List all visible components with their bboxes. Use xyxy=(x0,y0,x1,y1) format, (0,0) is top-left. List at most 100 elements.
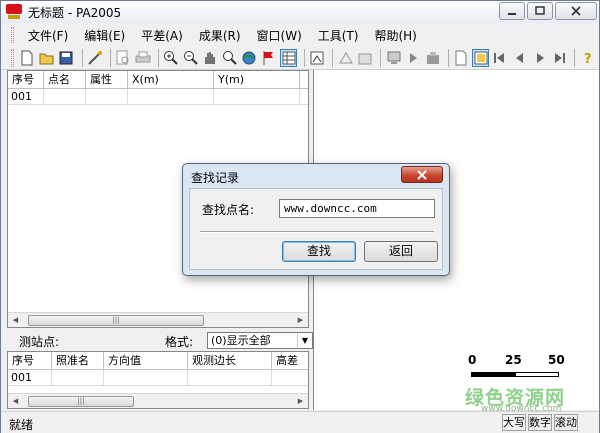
menu-adjust[interactable]: 平差(A) xyxy=(133,27,191,44)
menu-file[interactable]: 文件(F) xyxy=(20,27,76,44)
scroll-left-icon[interactable]: ◀ xyxy=(8,313,23,327)
minimize-button[interactable] xyxy=(499,2,525,20)
cell-direction[interactable] xyxy=(104,370,188,386)
building-icon xyxy=(426,51,439,64)
scroll-left-icon[interactable]: ◀ xyxy=(8,394,23,408)
title-bar: 无标题 - PA2005 xyxy=(1,1,599,23)
computer-icon xyxy=(387,51,401,64)
window-title: 无标题 - PA2005 xyxy=(28,5,122,20)
maximize-button[interactable] xyxy=(527,2,553,20)
zoom-window-button[interactable] xyxy=(222,49,239,67)
cell-index[interactable]: 001 xyxy=(8,370,52,386)
scroll-right-icon[interactable]: ▶ xyxy=(293,313,308,327)
col-y[interactable]: Y(m) xyxy=(214,71,300,89)
last-button[interactable] xyxy=(551,49,568,67)
status-scroll: 滚动 xyxy=(554,414,578,431)
triangle-icon xyxy=(338,51,353,63)
col-direction[interactable]: 方向值 xyxy=(104,352,188,370)
table-row[interactable]: 001 xyxy=(8,89,308,105)
point-name-input[interactable]: www.downcc.com xyxy=(279,199,435,218)
col-distance[interactable]: 观测边长 xyxy=(188,352,272,370)
points-table-hscroll[interactable]: ◀ ||| ▶ xyxy=(8,312,308,327)
wand-button[interactable] xyxy=(86,49,103,67)
format-label: 格式: xyxy=(165,335,194,349)
computer-button[interactable] xyxy=(385,49,402,67)
network-button[interactable] xyxy=(357,49,374,67)
minimize-icon xyxy=(508,13,516,15)
table-view-button[interactable] xyxy=(280,48,297,67)
scroll-thumb[interactable]: ||| xyxy=(28,314,204,326)
cell-target-name[interactable] xyxy=(52,370,104,386)
zoom-out-button[interactable] xyxy=(183,49,200,67)
col-height-diff[interactable]: 高差 xyxy=(272,352,308,370)
new-file-button[interactable] xyxy=(19,49,36,67)
prev-button[interactable] xyxy=(512,49,529,67)
first-icon xyxy=(494,52,505,63)
dialog-close-button[interactable] xyxy=(401,166,443,183)
scroll-right-icon[interactable]: ▶ xyxy=(293,394,308,408)
menu-edit[interactable]: 编辑(E) xyxy=(76,27,133,44)
cell-height-diff[interactable] xyxy=(272,370,308,386)
table-row[interactable]: 001 xyxy=(8,370,308,386)
globe-button[interactable] xyxy=(241,49,258,67)
col-index[interactable]: 序号 xyxy=(8,352,52,370)
image-button[interactable] xyxy=(309,49,326,67)
triangle-button[interactable] xyxy=(337,49,354,67)
scale-bar-black xyxy=(471,372,515,377)
menu-window[interactable]: 窗口(W) xyxy=(249,27,310,44)
cell-x[interactable] xyxy=(128,89,214,105)
selected-view-button[interactable] xyxy=(472,48,490,67)
scroll-thumb[interactable]: ||| xyxy=(28,395,134,407)
observations-table: 序号 照准名 方向值 观测边长 高差 001 ◀ ||| ▶ xyxy=(7,351,309,409)
cell-index[interactable]: 001 xyxy=(8,89,44,105)
image-icon xyxy=(310,51,324,64)
open-button[interactable] xyxy=(38,49,55,67)
next-button[interactable] xyxy=(531,49,548,67)
print-button[interactable] xyxy=(135,49,152,67)
find-button[interactable]: 查找 xyxy=(282,241,356,262)
building-button[interactable] xyxy=(424,49,441,67)
col-target-name[interactable]: 照准名 xyxy=(52,352,104,370)
flag-icon xyxy=(263,50,273,65)
pan-button[interactable] xyxy=(202,49,219,67)
back-button[interactable]: 返回 xyxy=(364,241,438,262)
menu-help[interactable]: 帮助(H) xyxy=(366,27,424,44)
zoom-in-button[interactable] xyxy=(163,49,180,67)
cell-distance[interactable] xyxy=(188,370,272,386)
col-attribute[interactable]: 属性 xyxy=(86,71,128,89)
col-point-name[interactable]: 点名 xyxy=(44,71,86,89)
observations-table-hscroll[interactable]: ◀ ||| ▶ xyxy=(8,393,308,408)
zoom-window-icon xyxy=(222,50,237,65)
observations-table-header: 序号 照准名 方向值 观测边长 高差 xyxy=(8,352,308,370)
print-preview-icon xyxy=(116,50,129,64)
cell-attribute[interactable] xyxy=(86,89,128,105)
col-index[interactable]: 序号 xyxy=(8,71,44,89)
toolbar: ? xyxy=(1,46,599,70)
scale-label-25: 25 xyxy=(505,353,522,367)
flag-button[interactable] xyxy=(261,49,278,67)
cell-y[interactable] xyxy=(214,89,300,105)
chevron-down-icon[interactable]: ▼ xyxy=(297,333,312,348)
format-select[interactable]: (0)显示全部 ▼ xyxy=(207,332,313,349)
menu-results[interactable]: 成果(R) xyxy=(191,27,249,44)
window-controls xyxy=(497,2,597,20)
help-button[interactable]: ? xyxy=(579,49,596,67)
first-button[interactable] xyxy=(492,49,509,67)
menu-tools[interactable]: 工具(T) xyxy=(310,27,367,44)
col-x[interactable]: X(m) xyxy=(128,71,214,89)
play-button[interactable] xyxy=(405,49,422,67)
cell-point-name[interactable] xyxy=(44,89,86,105)
print-preview-button[interactable] xyxy=(115,49,132,67)
close-button[interactable] xyxy=(555,2,597,20)
open-folder-icon xyxy=(39,53,54,64)
table-view-icon xyxy=(282,51,296,64)
station-bar: 测站点: 格式: (0)显示全部 ▼ xyxy=(7,331,313,351)
status-num: 数字 xyxy=(528,414,552,431)
blank-page-button[interactable] xyxy=(453,49,470,67)
new-file-icon xyxy=(21,50,33,65)
menu-grip[interactable] xyxy=(11,27,14,43)
toolbar-grip[interactable] xyxy=(11,48,14,67)
network-icon xyxy=(358,53,372,64)
save-button[interactable] xyxy=(58,49,75,67)
format-select-value: (0)显示全部 xyxy=(211,334,271,347)
